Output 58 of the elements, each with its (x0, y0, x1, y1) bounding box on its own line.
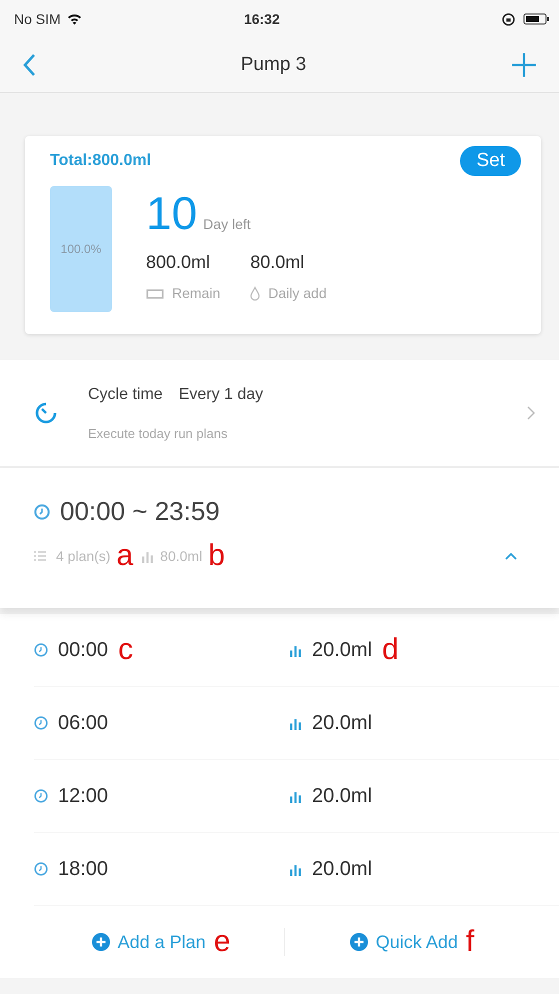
plan-amount: 20.0ml (312, 784, 372, 808)
tank-icon (146, 288, 164, 298)
plus-circle-icon (92, 933, 110, 951)
annotation-letter: c (118, 635, 134, 665)
plan-amount: 20.0ml (312, 638, 372, 662)
tank-percent: 100.0% (60, 242, 102, 256)
daily-add-value: 80.0ml (250, 252, 306, 273)
plan-time: 06:00 (58, 712, 108, 734)
timer-icon (34, 401, 58, 425)
bar-chart-icon (289, 862, 302, 876)
range-total: 80.0ml (160, 548, 202, 564)
remain-value: 800.0ml (146, 252, 212, 273)
lock-rotation-icon (502, 12, 515, 26)
carrier-label: No SIM (14, 11, 61, 27)
daily-add-label: Daily add (268, 285, 327, 301)
plan-time: 00:00 (58, 638, 108, 662)
cycle-subtitle: Execute today run plans (88, 426, 228, 440)
plan-amount: 20.0ml (312, 858, 372, 880)
bar-chart-icon (289, 716, 302, 730)
plus-circle-icon (350, 933, 368, 951)
clock-icon (34, 789, 48, 803)
annotation-letter: f (466, 927, 474, 957)
add-icon[interactable] (511, 52, 537, 78)
bar-chart-icon (289, 644, 302, 656)
add-action-button[interactable]: Quick Add (346, 928, 462, 956)
chevron-up-icon[interactable] (505, 552, 517, 560)
cycle-label: Cycle time (88, 386, 163, 404)
days-left-value: 10 (146, 186, 198, 240)
clock-icon (34, 862, 48, 876)
clock-icon (34, 643, 48, 657)
annotation-letter: a (116, 541, 134, 571)
days-left-label: Day left (203, 216, 251, 232)
drop-icon (250, 286, 260, 300)
cycle-value: Every 1 day (178, 386, 264, 404)
status-time: 16:32 (242, 11, 281, 27)
set-button[interactable]: Set (460, 146, 521, 176)
page-title: Pump 3 (240, 54, 308, 76)
time-range: 00:00 ~ 23:59 (60, 496, 220, 527)
annotation-letter: b (208, 541, 225, 571)
add-action-button[interactable]: Add a Plan (88, 928, 210, 956)
wifi-icon (66, 13, 82, 25)
plan-time: 12:00 (58, 784, 108, 808)
list-icon (34, 551, 46, 561)
total-label: Total:800.0ml (50, 152, 152, 170)
plan-amount: 20.0ml (312, 712, 372, 734)
chevron-right-icon (527, 406, 535, 420)
annotation-letter: e (214, 927, 230, 957)
remain-label: Remain (172, 285, 220, 301)
clock-icon (34, 504, 50, 520)
bar-chart-icon (289, 790, 302, 802)
clock-icon (34, 716, 48, 730)
bar-chart-icon (141, 550, 154, 562)
annotation-letter: d (382, 635, 399, 665)
back-icon[interactable] (22, 53, 36, 77)
plan-time: 18:00 (58, 858, 108, 880)
cycle-row[interactable]: Cycle time Every 1 day Execute today run plans (0, 360, 559, 468)
plan-count: 4 plan(s) (56, 548, 110, 564)
battery-icon (523, 13, 549, 25)
